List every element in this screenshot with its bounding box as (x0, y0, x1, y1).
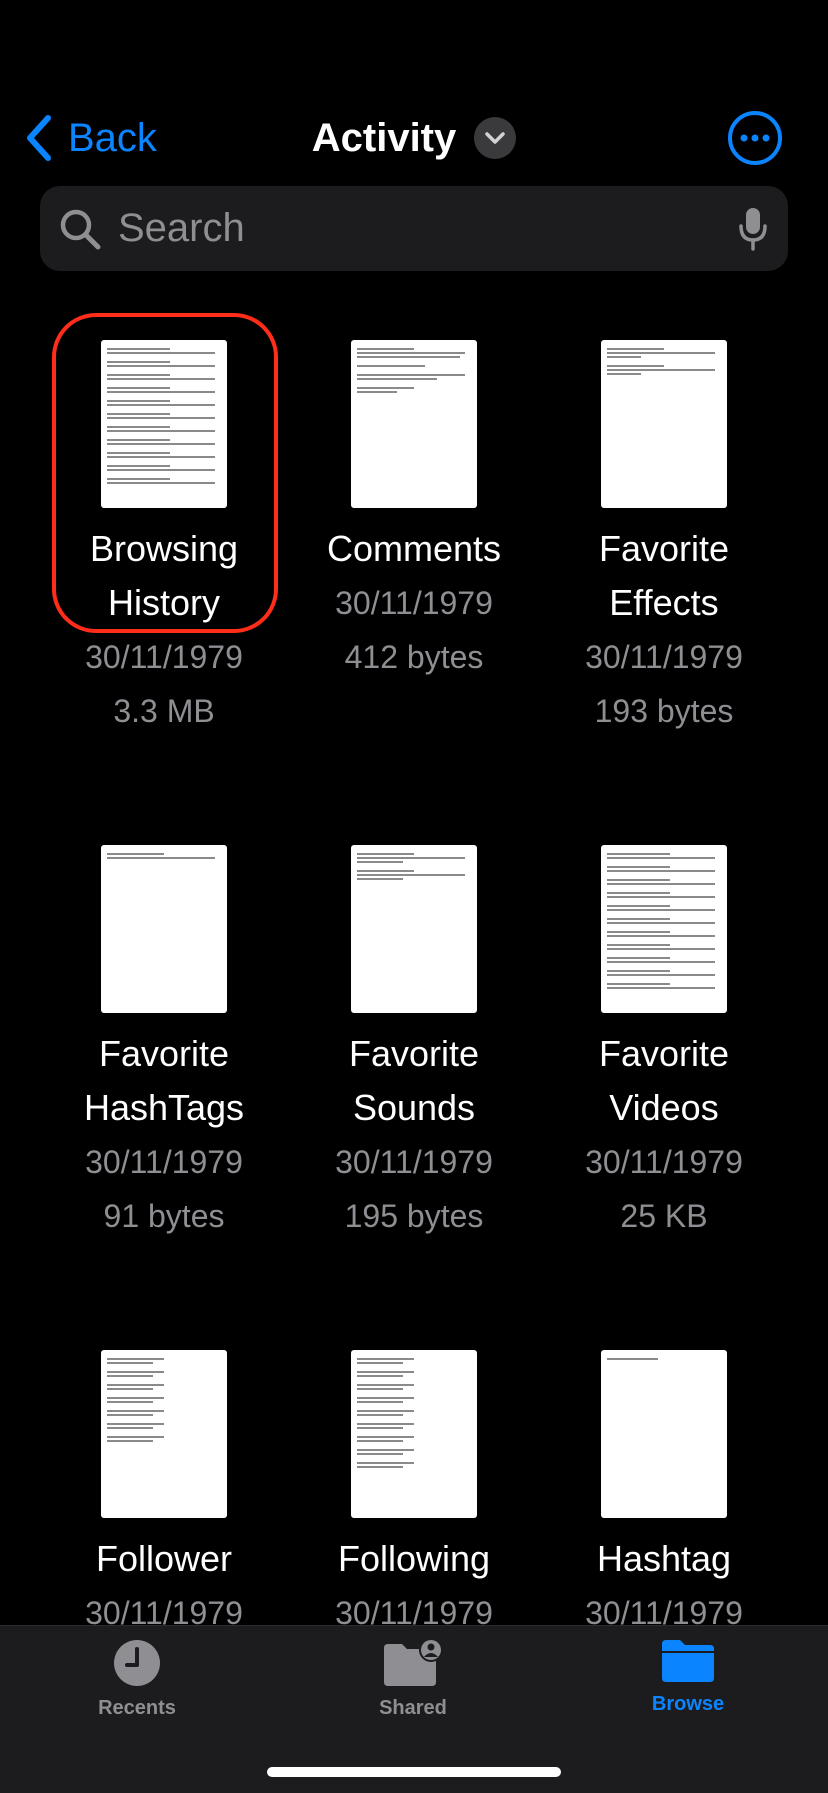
file-name-line: Favorite (348, 1033, 480, 1074)
file-item[interactable]: Following 30/11/1979 (289, 1350, 539, 1625)
file-date: 30/11/1979 (335, 1144, 493, 1180)
file-name-line: History (107, 582, 220, 623)
document-thumbnail (101, 340, 227, 508)
tab-bar: Recents Shared Browse (0, 1625, 828, 1793)
file-name-line: Hashtag (596, 1538, 732, 1579)
file-date: 30/11/1979 (85, 639, 243, 675)
file-date: 30/11/1979 (85, 1144, 243, 1180)
file-name-line: Favorite (598, 1033, 730, 1074)
document-thumbnail (601, 1350, 727, 1518)
clock-icon (114, 1640, 160, 1686)
file-date: 30/11/1979 (585, 1144, 743, 1180)
file-name-line: Favorite (598, 528, 730, 569)
document-thumbnail (101, 845, 227, 1013)
file-item[interactable]: Hashtag 30/11/1979 (539, 1350, 789, 1625)
shared-folder-icon (384, 1638, 443, 1686)
tab-label: Shared (379, 1697, 447, 1719)
file-size: 193 bytes (594, 693, 734, 729)
file-date: 30/11/1979 (85, 1595, 243, 1625)
file-name-line: Sounds (352, 1087, 476, 1128)
file-name-line: Following (337, 1538, 491, 1579)
file-item[interactable]: Favorite Videos 30/11/1979 25 KB (539, 845, 789, 1243)
document-thumbnail (601, 845, 727, 1013)
tab-recents[interactable]: Recents (47, 1638, 227, 1720)
file-name-line: Favorite (98, 1033, 230, 1074)
file-size: 91 bytes (103, 1198, 225, 1234)
file-size: 195 bytes (344, 1198, 484, 1234)
tab-shared[interactable]: Shared (323, 1638, 503, 1720)
file-size: 412 bytes (344, 639, 484, 675)
file-date: 30/11/1979 (335, 585, 493, 621)
file-grid: Browsing History 30/11/1979 3.3 MB Comme… (0, 0, 828, 1625)
document-thumbnail (351, 1350, 477, 1518)
file-item[interactable]: Favorite Sounds 30/11/1979 195 bytes (289, 845, 539, 1243)
tab-label: Browse (651, 1693, 725, 1715)
file-name-line: Videos (609, 1087, 719, 1128)
document-thumbnail (601, 340, 727, 508)
file-item[interactable]: Browsing History 30/11/1979 3.3 MB (39, 340, 289, 738)
file-date: 30/11/1979 (585, 1595, 743, 1625)
file-name-line: Comments (326, 528, 502, 569)
file-item[interactable]: Favorite Effects 30/11/1979 193 bytes (539, 340, 789, 738)
document-thumbnail (351, 340, 477, 508)
file-size: 25 KB (620, 1198, 708, 1234)
file-item[interactable]: Comments 30/11/1979 412 bytes (289, 340, 539, 684)
file-name-line: Effects (609, 582, 719, 623)
document-thumbnail (101, 1350, 227, 1518)
tab-label: Recents (98, 1697, 176, 1719)
file-size: 3.3 MB (113, 693, 215, 729)
file-name-line: HashTags (83, 1087, 245, 1128)
folder-icon (662, 1640, 714, 1682)
file-name-line: Follower (95, 1538, 233, 1579)
document-thumbnail (351, 845, 477, 1013)
tab-browse[interactable]: Browse (598, 1638, 778, 1716)
file-name-line: Browsing (89, 528, 239, 569)
home-indicator (267, 1767, 561, 1777)
file-item[interactable]: Follower 30/11/1979 (39, 1350, 289, 1625)
file-date: 30/11/1979 (335, 1595, 493, 1625)
file-date: 30/11/1979 (585, 639, 743, 675)
file-item[interactable]: Favorite HashTags 30/11/1979 91 bytes (39, 845, 289, 1243)
